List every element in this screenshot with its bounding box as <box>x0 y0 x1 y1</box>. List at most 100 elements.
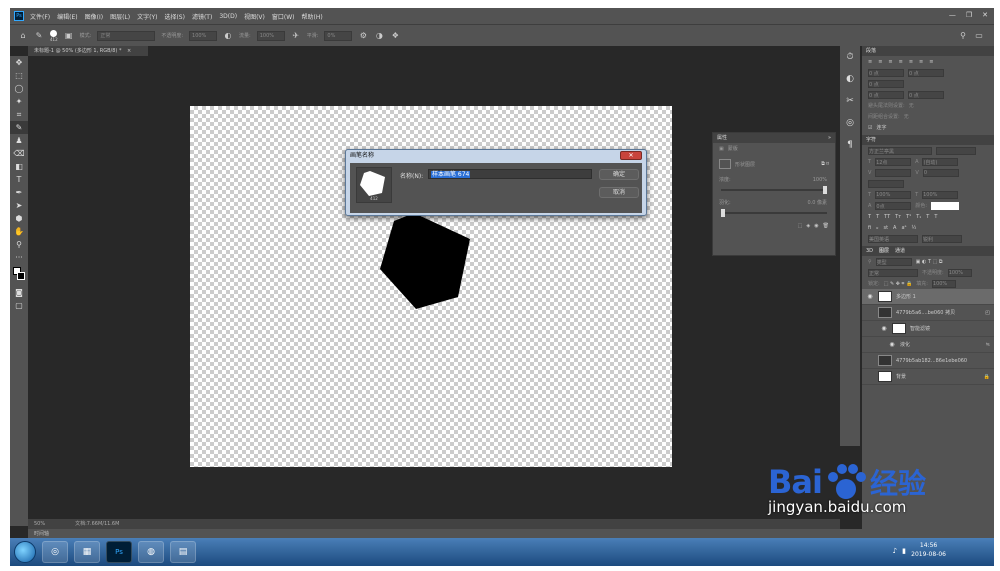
font-size-field[interactable]: 12点 <box>875 157 912 166</box>
screen-mode-icon[interactable]: ▢ <box>10 299 28 312</box>
hand-tool-icon[interactable]: ✋ <box>10 225 28 238</box>
adjustments-icon[interactable]: ◐ <box>840 68 860 90</box>
pressure-size-icon[interactable]: ◑ <box>374 31 384 41</box>
smooth-settings-gear-icon[interactable]: ⚙ <box>358 31 368 41</box>
crop-tool-icon[interactable]: ⌗ <box>10 108 28 121</box>
document-tab[interactable]: 未标题-1 @ 50% (多边形 1, RGB/8) * × <box>28 46 148 56</box>
align-left-icon[interactable]: ≡ <box>868 59 872 65</box>
layer-opacity-field[interactable]: 100% <box>947 268 972 277</box>
brush-settings-icon[interactable]: ▣ <box>64 31 74 41</box>
shape-tool-icon[interactable]: ⬢ <box>10 212 28 225</box>
density-slider[interactable] <box>721 186 827 194</box>
stamp-tool-icon[interactable]: ♟ <box>10 134 28 147</box>
brush-preset-picker[interactable]: 412 <box>50 29 58 42</box>
menu-layer[interactable]: 图层(L) <box>110 12 130 21</box>
layer-row-liquify[interactable]: ◉ 液化 ≒ <box>862 337 994 353</box>
feather-value[interactable]: 0.0 像素 <box>807 199 827 206</box>
apply-mask-icon[interactable]: ◈ <box>806 223 810 229</box>
more-tools-icon[interactable]: ··· <box>10 251 28 264</box>
superscript-icon[interactable]: T¹ <box>906 214 911 220</box>
fraction-icon[interactable]: ½ <box>912 225 917 231</box>
swash-icon[interactable]: ℴ <box>876 225 878 231</box>
photoshop-app-icon[interactable]: Ps <box>106 541 132 563</box>
collapse-icon[interactable]: » <box>828 133 831 143</box>
hyphenate-checkbox[interactable]: ☑ <box>868 125 872 131</box>
symmetry-icon[interactable]: ❖ <box>390 31 400 41</box>
lock-icons[interactable]: ⬚ ✎ ✥ ⌗ 🔒 <box>884 281 913 287</box>
menu-type[interactable]: 文字(Y) <box>137 12 157 21</box>
font-family-select[interactable]: 方正兰亭黑 <box>868 146 932 155</box>
background-color[interactable] <box>17 272 25 280</box>
menu-image[interactable]: 图像(I) <box>85 12 103 21</box>
ligature-icon[interactable]: fi <box>868 225 871 231</box>
close-tab-icon[interactable]: × <box>127 48 131 54</box>
small-caps-icon[interactable]: Tт <box>895 214 901 220</box>
indent-left-field[interactable]: 0 点 <box>868 68 904 77</box>
align-right-icon[interactable]: ≡ <box>888 59 892 65</box>
menu-file[interactable]: 文件(F) <box>30 12 50 21</box>
clock[interactable]: 14:56 2019-08-06 <box>911 541 946 559</box>
minecraft-app-icon[interactable]: ▦ <box>74 541 100 563</box>
baseline-field[interactable]: 0点 <box>875 201 912 210</box>
color-swatches[interactable] <box>10 264 28 286</box>
minimize-icon[interactable]: — <box>949 11 956 19</box>
layer-row-smart-filters[interactable]: ◉ 智能滤镜 <box>862 321 994 337</box>
first-line-indent-field[interactable]: 0 点 <box>868 79 904 88</box>
zoom-tool-icon[interactable]: ⚲ <box>10 238 28 251</box>
tray-volume-icon[interactable]: ♪ <box>893 547 897 555</box>
restore-icon[interactable]: ❐ <box>966 11 972 19</box>
antialias-select[interactable]: 锐利 <box>922 234 962 243</box>
menu-3d[interactable]: 3D(D) <box>219 13 237 20</box>
tools-preset-icon[interactable]: ✂ <box>840 90 860 112</box>
tab-layers[interactable]: 图层 <box>879 246 889 256</box>
airbrush-icon[interactable]: ✈ <box>291 31 301 41</box>
mojikumi-value[interactable]: 无 <box>904 113 909 120</box>
brush-name-input[interactable]: 样本画笔 674 <box>428 169 592 179</box>
strikethrough-icon[interactable]: T <box>934 214 937 220</box>
home-icon[interactable]: ⌂ <box>18 31 28 41</box>
space-before-field[interactable]: 0 点 <box>868 90 904 99</box>
tab-channels[interactable]: 通道 <box>895 246 905 256</box>
start-button[interactable] <box>14 541 36 563</box>
indent-right-field[interactable]: 0 点 <box>908 68 944 77</box>
menu-help[interactable]: 帮助(H) <box>302 12 323 21</box>
visibility-icon[interactable]: ◉ <box>814 223 818 229</box>
layer-filter-select[interactable]: 类型 <box>875 257 912 266</box>
eraser-tool-icon[interactable]: ⌫ <box>10 147 28 160</box>
layer-row-photo[interactable]: 4779b5ab182...86e1ebe060 <box>862 353 994 369</box>
language-select[interactable]: 美国英语 <box>868 234 918 243</box>
layer-row-background[interactable]: 背景 🔒 <box>862 369 994 385</box>
lasso-tool-icon[interactable]: ◯ <box>10 82 28 95</box>
tray-network-icon[interactable]: ▮ <box>902 547 906 555</box>
font-style-select[interactable] <box>936 146 976 155</box>
vertical-scale-field[interactable]: 100% <box>875 190 912 199</box>
move-tool-icon[interactable]: ✥ <box>10 56 28 69</box>
layer-row-polygon[interactable]: ◉ 多边形 1 <box>862 289 994 305</box>
leading-field[interactable]: (自动) <box>922 157 959 166</box>
flow-field[interactable]: 100% <box>256 30 285 41</box>
zoom-level[interactable]: 50% <box>34 519 45 529</box>
brush-tool-active-icon[interactable]: ✎ <box>10 121 28 134</box>
justify-icon[interactable]: ≡ <box>899 59 903 65</box>
timeline-label[interactable]: 时间轴 <box>34 531 49 537</box>
eye-icon[interactable]: ◉ <box>880 325 888 332</box>
cancel-button[interactable]: 取消 <box>599 187 639 198</box>
menu-view[interactable]: 视图(V) <box>244 12 265 21</box>
mode-select[interactable]: 正常 <box>97 30 156 41</box>
justify-right-icon[interactable]: ≡ <box>919 59 923 65</box>
eye-icon[interactable]: ◉ <box>888 341 896 348</box>
kinsoku-value[interactable]: 无 <box>909 102 914 109</box>
feather-slider[interactable] <box>721 209 827 217</box>
blend-mode-select[interactable]: 正常 <box>868 268 918 277</box>
eye-icon[interactable]: ◉ <box>866 293 874 300</box>
underline-icon[interactable]: T <box>926 214 929 220</box>
polygon-shape[interactable] <box>376 211 486 311</box>
align-center-icon[interactable]: ≡ <box>878 59 882 65</box>
search-icon[interactable]: ⚲ <box>958 31 968 41</box>
gradient-tool-icon[interactable]: ◧ <box>10 160 28 173</box>
magic-wand-tool-icon[interactable]: ✦ <box>10 95 28 108</box>
smooth-field[interactable]: 0% <box>324 30 353 41</box>
load-selection-icon[interactable]: ⬚ <box>798 223 803 229</box>
filter-icons[interactable]: ▣ ◐ T ⬚ ⧉ <box>916 259 943 265</box>
density-slider-knob[interactable] <box>823 186 827 194</box>
